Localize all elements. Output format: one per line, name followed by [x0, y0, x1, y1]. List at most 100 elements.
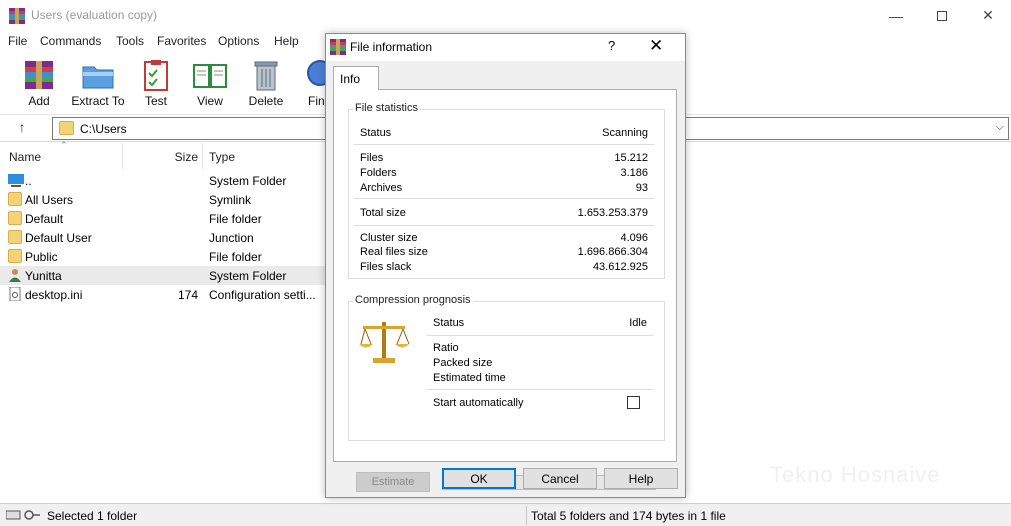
files-slack-row: Files slack 43.612.925: [360, 261, 648, 275]
table-row[interactable]: All Users Symlink: [0, 190, 330, 209]
winrar-app-icon: [9, 8, 25, 24]
column-header-name[interactable]: Name: [9, 143, 121, 169]
info-tab-panel: File statistics Status Scanning Files 15…: [333, 89, 677, 492]
winrar-app-icon: [330, 39, 346, 55]
view-button[interactable]: View: [190, 51, 230, 113]
folder-icon: [8, 249, 22, 263]
real-files-size-value: 1.696.866.304: [577, 246, 648, 258]
dialog-help-button[interactable]: ?: [608, 38, 615, 53]
folder-icon: [8, 230, 22, 244]
chevron-down-icon[interactable]: ⌵: [996, 121, 1004, 134]
ok-button[interactable]: OK: [442, 468, 516, 489]
compression-status-label: Status: [433, 317, 465, 329]
view-book-icon: [193, 64, 227, 88]
file-name: Yunitta: [25, 269, 62, 283]
minimize-button[interactable]: —: [873, 0, 919, 31]
estimate-button: Estimate: [356, 472, 430, 492]
user-icon: [9, 269, 21, 282]
file-statistics-group: File statistics Status Scanning Files 15…: [348, 102, 665, 279]
archives-row: Archives 93: [360, 182, 648, 196]
drive-icon: [8, 174, 24, 187]
total-size-value: 1.653.253.379: [577, 207, 648, 219]
add-button[interactable]: Add: [18, 51, 60, 113]
status-section: Status Scanning: [354, 120, 654, 145]
table-row[interactable]: Default File folder: [0, 209, 330, 228]
dialog-close-button[interactable]: ✕: [649, 36, 663, 56]
status-value: Scanning: [602, 127, 648, 139]
column-separator[interactable]: [202, 143, 203, 169]
packed-size-row: Packed size: [433, 357, 647, 371]
file-size: 174: [177, 288, 198, 302]
menu-commands[interactable]: Commands: [40, 34, 101, 48]
file-type: Configuration setti...: [209, 288, 316, 302]
total-size-section: Total size 1.653.253.379: [354, 201, 654, 226]
table-row[interactable]: Public File folder: [0, 247, 330, 266]
extract-to-button[interactable]: Extract To: [70, 51, 126, 113]
column-name-label: Name: [9, 150, 42, 164]
column-header-type[interactable]: Type: [209, 143, 319, 169]
file-type: File folder: [209, 212, 262, 226]
ini-file-icon: [9, 287, 21, 301]
compression-status-row: Status Idle: [433, 317, 647, 331]
total-size-label: Total size: [360, 207, 406, 219]
file-information-dialog: File information ? ✕ Info File statistic…: [325, 33, 686, 498]
table-row[interactable]: .. System Folder: [0, 171, 330, 190]
column-header-size[interactable]: Size: [123, 143, 198, 169]
compression-status-value: Idle: [629, 317, 647, 329]
help-button[interactable]: Help: [604, 468, 678, 489]
compression-prognosis-title: Compression prognosis: [353, 294, 473, 306]
add-label: Add: [28, 94, 50, 108]
status-row: Status Scanning: [360, 127, 648, 141]
trash-icon: [254, 61, 278, 91]
status-divider: [526, 506, 527, 525]
archives-value: 93: [635, 182, 648, 194]
folder-icon: [8, 192, 22, 206]
drive-key-icon: [6, 510, 40, 520]
start-automatically-label-row: Start automatically: [433, 397, 647, 411]
file-name: Default: [25, 212, 64, 226]
table-row[interactable]: Default User Junction: [0, 228, 330, 247]
compression-results-section: Ratio Packed size Estimated time: [427, 338, 653, 390]
close-icon: ✕: [982, 7, 994, 23]
find-label: Fin: [308, 94, 325, 108]
delete-button[interactable]: Delete: [246, 51, 286, 113]
compression-prognosis-group: Compression prognosis Status Idle Ratio: [348, 294, 665, 441]
file-type: Junction: [209, 231, 254, 245]
cluster-size-label: Cluster size: [360, 232, 418, 244]
watermark: Tekno Hosnaive: [770, 462, 941, 487]
extract-to-label: Extract To: [71, 94, 125, 108]
find-icon: [307, 60, 326, 86]
close-window-button[interactable]: ✕: [965, 0, 1011, 31]
tab-info[interactable]: Info: [333, 66, 379, 90]
folder-icon: [8, 211, 22, 225]
start-automatically-label: Start automatically: [433, 397, 524, 409]
menu-options[interactable]: Options: [218, 34, 259, 48]
file-type: File folder: [209, 250, 262, 264]
dialog-title: File information: [350, 40, 433, 54]
table-row[interactable]: desktop.ini 174 Configuration setti...: [0, 285, 330, 304]
up-folder-button[interactable]: ↑: [10, 119, 34, 139]
test-label: Test: [144, 94, 167, 108]
start-automatically-row[interactable]: Start automatically: [427, 392, 653, 414]
file-type: Symlink: [209, 193, 252, 207]
find-button[interactable]: Fin: [300, 51, 326, 113]
menu-file[interactable]: File: [8, 34, 27, 48]
file-type: System Folder: [209, 269, 287, 283]
dialog-titlebar: File information ? ✕: [326, 34, 685, 61]
delete-label: Delete: [248, 94, 284, 108]
menu-tools[interactable]: Tools: [116, 34, 144, 48]
maximize-button[interactable]: [919, 0, 965, 31]
file-name: desktop.ini: [25, 288, 83, 302]
files-row: Files 15.212: [360, 152, 648, 166]
menu-help[interactable]: Help: [274, 34, 299, 48]
real-files-size-label: Real files size: [360, 246, 428, 258]
test-button[interactable]: Test: [137, 51, 175, 113]
start-automatically-checkbox[interactable]: [627, 396, 640, 409]
table-row-selected[interactable]: Yunitta System Folder: [0, 266, 330, 285]
compression-status-section: Status Idle: [427, 312, 653, 336]
menu-favorites[interactable]: Favorites: [157, 34, 206, 48]
cancel-button[interactable]: Cancel: [523, 468, 597, 489]
status-total: Total 5 folders and 174 bytes in 1 file: [531, 509, 726, 523]
address-path: C:\Users: [80, 122, 127, 136]
file-name: Public: [25, 250, 58, 264]
